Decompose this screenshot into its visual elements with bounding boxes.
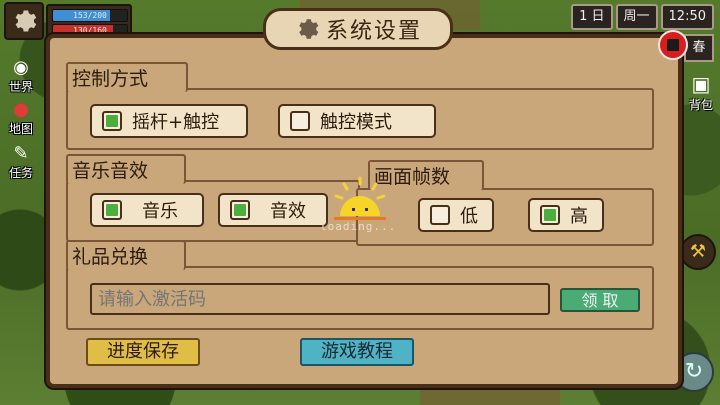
gear-icon (15, 10, 37, 32)
dialog-title: 系统设置 (325, 19, 422, 44)
sidebar-item-label: 地图 (8, 122, 33, 136)
sidebar-item-label: 任务 (8, 166, 33, 180)
weekday-display: 周一 (615, 4, 658, 30)
refresh-icon: ↻ (684, 359, 704, 384)
world-icon: ◉ (13, 57, 29, 78)
gift-section-label: 礼品兑换 (68, 242, 153, 269)
mana-bar: 153/200 (52, 9, 128, 22)
sun-icon (334, 176, 386, 220)
close-icon (667, 39, 679, 51)
activation-code-input[interactable] (90, 283, 550, 315)
touch-mode-checkbox[interactable] (290, 111, 310, 131)
fps-high-checkbox[interactable] (540, 205, 560, 225)
option-label: 音乐 (142, 201, 178, 222)
quest-icon: ✎ (13, 143, 29, 164)
tool-icon: ⚒ (689, 241, 707, 262)
bag-button[interactable]: ▣ 背包 (684, 72, 718, 116)
loading-text: loading... (320, 220, 397, 233)
sidebar-item-quest[interactable]: ✎ 任务 (2, 144, 40, 184)
option-label: 触控模式 (320, 112, 392, 133)
fps-low-checkbox[interactable] (430, 205, 450, 225)
audio-section-label: 音乐音效 (68, 156, 153, 183)
sound-effect-checkbox[interactable] (230, 200, 250, 220)
fps-high-option[interactable]: 高 (528, 198, 604, 232)
sidebar-item-map[interactable]: ● 地图 (2, 100, 40, 140)
option-label: 低 (460, 206, 478, 227)
fps-low-option[interactable]: 低 (418, 198, 494, 232)
bag-label: 背包 (688, 98, 713, 112)
joystick-touch-checkbox[interactable] (102, 111, 122, 131)
tool-button[interactable]: ⚒ (680, 234, 716, 270)
sidebar-item-label: 世界 (8, 80, 33, 94)
dialog-title-tab: 系统设置 (263, 8, 453, 50)
control-section-label: 控制方式 (68, 64, 153, 91)
music-option[interactable]: 音乐 (90, 193, 204, 227)
season-display: 春 (684, 34, 714, 62)
option-label: 音效 (270, 201, 306, 222)
save-progress-button[interactable]: 进度保存 (86, 338, 200, 366)
tutorial-button[interactable]: 游戏教程 (300, 338, 414, 366)
touch-mode-option[interactable]: 触控模式 (278, 104, 436, 138)
settings-gear-button[interactable] (4, 2, 44, 40)
joystick-touch-option[interactable]: 摇杆+触控 (90, 104, 248, 138)
gear-icon (299, 19, 319, 39)
option-label: 摇杆+触控 (132, 112, 220, 133)
time-display: 12:50 (660, 4, 714, 30)
loading-indicator: loading... (320, 170, 404, 240)
sound-effect-option[interactable]: 音效 (218, 193, 328, 227)
bag-icon: ▣ (691, 72, 711, 96)
mana-value: 153/200 (73, 11, 107, 20)
close-button[interactable] (658, 30, 688, 60)
music-checkbox[interactable] (102, 200, 122, 220)
sidebar-item-world[interactable]: ◉ 世界 (2, 58, 40, 98)
option-label: 高 (570, 206, 588, 227)
day-display: 1 日 (571, 4, 613, 30)
clock-panel: 1 日 周一 12:50 (571, 4, 714, 30)
map-icon: ● (13, 99, 29, 120)
claim-button[interactable]: 领 取 (560, 288, 640, 312)
